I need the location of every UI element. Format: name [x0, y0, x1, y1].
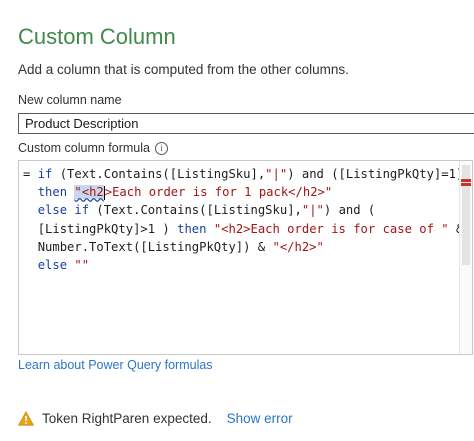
- code-line-4: [ListingPkQty]>1 ) then "<h2>Each order …: [23, 220, 464, 238]
- error-marker: [461, 183, 471, 186]
- keyword-then: then: [177, 221, 207, 236]
- string-literal: "<h2>Each order is for case of ": [213, 221, 449, 236]
- keyword-if: if: [74, 203, 90, 218]
- info-icon[interactable]: i: [155, 142, 168, 155]
- string-literal: >Each order is for 1 pack</h2>": [104, 185, 333, 200]
- formula-label-text: Custom column formula: [18, 141, 150, 155]
- code-line-3: else if (Text.Contains([ListingSku],"|")…: [23, 201, 458, 219]
- warning-icon: [18, 411, 34, 426]
- code-text: ) and (: [323, 203, 376, 218]
- code-text: [ListingPkQty]>1 ): [37, 221, 178, 236]
- string-literal: "": [74, 257, 90, 272]
- string-literal: "|": [301, 203, 324, 218]
- code-line-6: else "": [23, 256, 458, 274]
- string-literal-selected: "<h2: [74, 185, 104, 200]
- new-column-name-label: New column name: [18, 93, 122, 107]
- dialog-title: Custom Column: [18, 24, 176, 49]
- selected-text: <h2: [81, 185, 104, 200]
- formula-editor[interactable]: = if (Text.Contains([ListingSku],"|") an…: [18, 160, 473, 355]
- code-line-5: Number.ToText([ListingPkQty]) & "</h2>": [23, 238, 458, 256]
- new-column-name-input[interactable]: Product Description: [18, 113, 474, 134]
- status-message: Token RightParen expected.: [42, 411, 212, 426]
- error-marker: [461, 179, 471, 182]
- keyword-then: then: [37, 185, 68, 200]
- formula-code[interactable]: = if (Text.Contains([ListingSku],"|") an…: [23, 165, 464, 274]
- keyword-else: else: [37, 203, 68, 218]
- editor-scrollbar[interactable]: [459, 161, 472, 354]
- eq-token: =: [23, 167, 38, 181]
- keyword-else: else: [37, 257, 68, 272]
- code-text: (Text.Contains([ListingSku],: [52, 167, 266, 181]
- code-line-2: then "<h2>Each order is for 1 pack</h2>": [23, 183, 458, 201]
- keyword-if: if: [37, 167, 53, 181]
- learn-formulas-link[interactable]: Learn about Power Query formulas: [18, 358, 213, 372]
- code-text: ) and ([ListingPkQty]=1): [287, 167, 464, 181]
- formula-label: Custom column formula i: [18, 141, 168, 155]
- show-error-link[interactable]: Show error: [227, 411, 293, 426]
- status-bar: Token RightParen expected. Show error: [18, 411, 293, 426]
- code-text: Number.ToText([ListingPkQty]) &: [37, 239, 273, 254]
- string-literal: "|": [265, 167, 288, 181]
- dialog-subtitle: Add a column that is computed from the o…: [18, 62, 349, 77]
- string-literal: "</h2>": [272, 239, 324, 254]
- code-line-1: = if (Text.Contains([ListingSku],"|") an…: [23, 165, 463, 183]
- code-text: (Text.Contains([ListingSku],: [89, 203, 302, 218]
- string-quote: ": [74, 185, 82, 200]
